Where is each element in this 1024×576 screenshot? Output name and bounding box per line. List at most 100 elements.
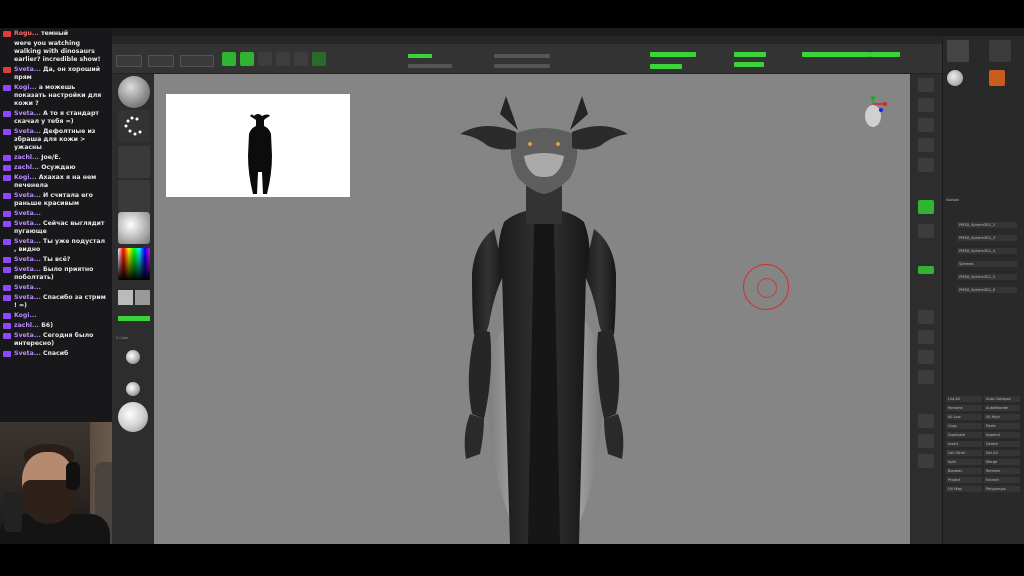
chat-username[interactable]: Rogu... [14,30,41,37]
subtool-item[interactable]: PM3D_Sphere3D1_6 [957,287,1017,293]
subtool-action-button[interactable]: Del All [984,450,1020,456]
chat-username[interactable]: zachl... [14,164,41,171]
rotate-icon[interactable] [294,52,308,66]
draw-size-slider[interactable] [494,64,550,68]
subtool-action-button[interactable]: Auto Collapse [984,396,1020,402]
sym-xyz-icon[interactable] [918,266,934,274]
subtool-item[interactable]: PM3D_Sphere3D1_3 [957,235,1017,241]
z-intensity-slider[interactable] [408,64,452,68]
subtool-item[interactable]: PM3D_Sphere3D1_2 [957,222,1017,228]
lightbox-button[interactable] [148,55,174,67]
chat-username[interactable]: Sveta... [14,220,43,227]
subtool-action-button[interactable]: All High [984,414,1020,420]
chat-username[interactable]: Sveta... [14,210,41,217]
subtool-item[interactable]: PM3D_Sphere3D1_4 [957,248,1017,254]
chat-username[interactable]: Sveta... [14,110,43,117]
material-c-sphere[interactable] [118,402,148,432]
polymesh-tool-thumbnail[interactable] [989,70,1005,86]
transp-icon[interactable] [918,414,934,428]
gizmo-icon[interactable] [312,52,326,66]
chat-username[interactable]: Sveta... [14,294,43,301]
draw-mode-icon[interactable] [240,52,254,66]
cylinder-tool-thumbnail[interactable] [989,40,1011,62]
stroke-thumbnail[interactable] [118,110,150,142]
subtool-item[interactable]: Spheres [957,261,1017,267]
creature-model[interactable] [154,74,910,544]
secondary-color-swatch[interactable] [135,290,150,305]
subtool-action-button[interactable]: Append [984,432,1020,438]
chat-username[interactable]: Sveta... [14,66,43,73]
edit-mode-icon[interactable] [222,52,236,66]
subtool-action-button[interactable]: Boolean [946,468,982,474]
main-color-swatch[interactable] [118,290,133,305]
subtool-action-button[interactable]: Del Other [946,450,982,456]
bpr-icon[interactable] [918,78,934,92]
frame-icon[interactable] [918,310,934,324]
color-picker[interactable] [118,248,150,280]
subtool-action-button[interactable]: Rename [946,405,982,411]
alpha-thumbnail[interactable] [118,146,150,178]
subtool-action-button[interactable]: Delete [984,441,1020,447]
home-page-button[interactable] [116,55,142,67]
scroll-icon[interactable] [918,118,934,132]
subtool-action-button[interactable]: UV Map [946,486,982,492]
subtool-action-button[interactable]: Merge [984,459,1020,465]
brush-thumbnail[interactable] [118,76,150,108]
chat-username[interactable]: Sveta... [14,192,43,199]
live-boolean-button[interactable] [180,55,214,67]
actual-icon[interactable] [918,158,934,172]
texture-thumbnail[interactable] [118,180,150,212]
material-a-sphere[interactable] [126,350,140,364]
chat-username[interactable]: zachl... [14,322,41,329]
chat-username[interactable]: Kogi... [14,312,37,319]
chat-username[interactable]: Sveta... [14,256,43,263]
subtool-action-button[interactable]: Duplicate [946,432,982,438]
zoom-icon[interactable] [918,138,934,152]
rgb-intensity-slider[interactable] [408,54,432,58]
subtool-action-button[interactable]: Copy [946,423,982,429]
move-icon[interactable] [258,52,272,66]
zoom-view-icon[interactable] [918,350,934,364]
subtool-action-button[interactable]: AutoReorder [984,405,1020,411]
move-view-icon[interactable] [918,330,934,344]
subtool-action-button[interactable]: Project [946,477,982,483]
subtool-action-button[interactable]: Polygroups [984,486,1020,492]
subtool-action-button[interactable]: Extract [984,477,1020,483]
navigation-gizmo-icon[interactable] [861,96,889,132]
chat-username[interactable]: Sveta... [14,284,41,291]
chat-username[interactable]: Kogi... [14,174,39,181]
rotate-view-icon[interactable] [918,370,934,384]
persp-toggle[interactable] [734,52,766,57]
chat-username[interactable]: zachl... [14,154,41,161]
solo-icon[interactable] [918,434,934,448]
sphere-tool-thumbnail[interactable] [947,70,963,86]
xpose-icon[interactable] [918,454,934,468]
chat-username[interactable]: Sveta... [14,238,43,245]
subtool-action-button[interactable]: All Low [946,414,982,420]
material-b-sphere[interactable] [126,382,140,396]
chat-username[interactable]: Sveta... [14,350,43,357]
subtool-action-button[interactable]: Insert [946,441,982,447]
local-icon[interactable] [918,224,934,238]
dynamic-toggle[interactable] [650,52,696,57]
zbrush-window: 2 Color Subtool PM3D_Sphere3D1_2 PM3D_Sp… [112,28,1024,544]
viewport-canvas[interactable] [154,74,910,544]
floor-toggle[interactable] [734,62,764,67]
chat-username[interactable]: Sveta... [14,332,43,339]
subtool-action-button[interactable]: Split [946,459,982,465]
subtool-action-button[interactable]: Remesh [984,468,1020,474]
subtool-action-button[interactable]: Paste [984,423,1020,429]
focal-shift-slider[interactable] [494,54,550,58]
scale-icon[interactable] [276,52,290,66]
subtool-action-button[interactable]: List All [946,396,982,402]
spix-icon[interactable] [918,98,934,112]
chat-username[interactable]: Kogi... [14,84,39,91]
spotlight-toggle[interactable] [650,64,682,69]
current-tool-thumbnail[interactable] [947,40,969,62]
gradient-toggle[interactable] [118,316,150,321]
chat-username[interactable]: Sveta... [14,128,43,135]
chat-username[interactable]: Sveta... [14,266,43,273]
subtool-item[interactable]: PM3D_Sphere3D1_5 [957,274,1017,280]
material-thumbnail[interactable] [118,212,150,244]
floor-icon[interactable] [918,200,934,214]
